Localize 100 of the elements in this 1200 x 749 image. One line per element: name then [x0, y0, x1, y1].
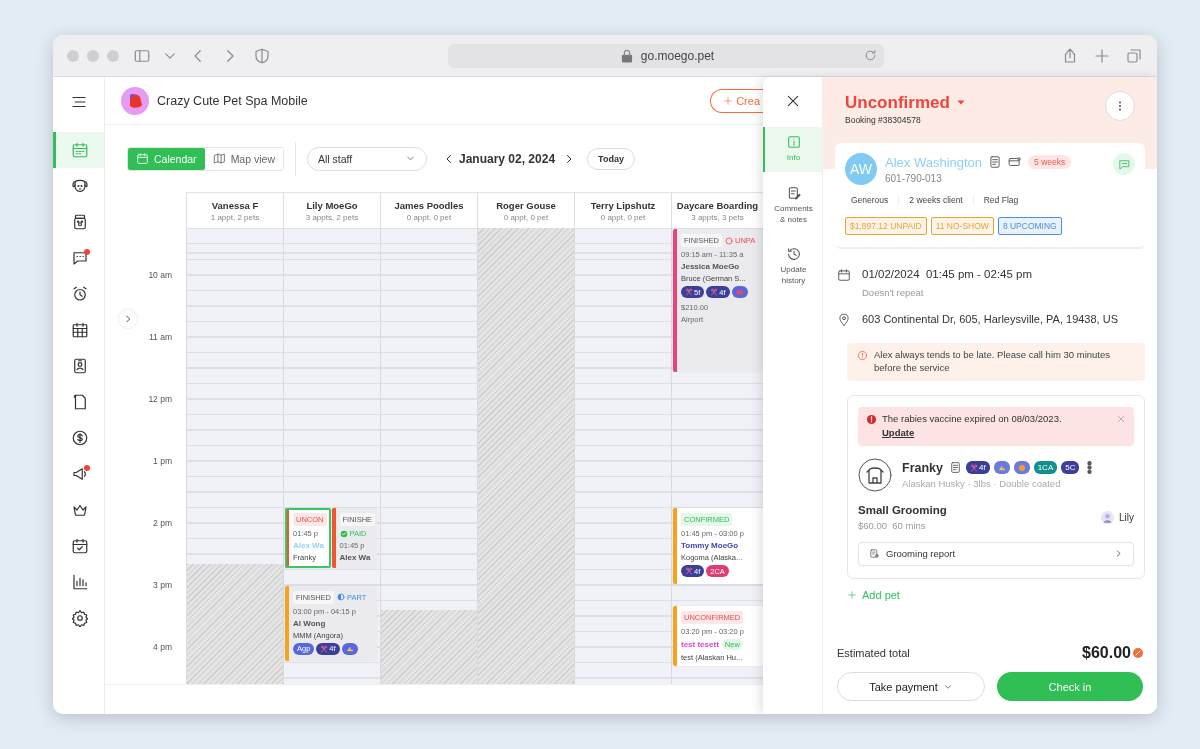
- map-icon: [212, 152, 226, 165]
- address-bar[interactable]: go.moego.pet: [448, 43, 884, 68]
- pet-avatar-icon: [858, 457, 892, 492]
- client-stat-badge: 8 UPCOMING: [997, 217, 1062, 235]
- time-label: 11 am: [149, 330, 172, 343]
- client-name: Tommy MoeGo: [681, 541, 739, 550]
- location-pin-icon: [837, 312, 851, 327]
- time-label: 2 pm: [153, 516, 172, 529]
- scissors-icon: [320, 644, 329, 653]
- pet-details: Alaskan Husky · 3lbs · Double coated: [902, 477, 1062, 489]
- calendar-icon: [136, 152, 149, 165]
- scissors-icon: [685, 567, 693, 575]
- grooming-report-button[interactable]: Grooming report: [858, 541, 1134, 566]
- phone-number: 601-790-013: [885, 172, 943, 184]
- pet-tag: 5C: [1061, 461, 1080, 475]
- service-name: Small Grooming: [858, 503, 947, 516]
- appointment-count: 3 appts, 3 pets: [691, 212, 744, 222]
- time-label: 12 pm: [148, 392, 172, 405]
- business-name: Crazy Cute Pet Spa Mobile: [157, 93, 308, 108]
- truck-icon: [735, 288, 744, 296]
- megaphone-icon: [71, 465, 89, 483]
- alert-text: Alex always tends to be late. Please call him 30 minutes before the service: [874, 349, 1112, 376]
- chat-bubble-icon: [71, 249, 89, 267]
- circle-icon: [725, 236, 733, 245]
- frequency-badge: 5 weeks: [1028, 155, 1072, 169]
- notes-icon: [988, 155, 1003, 169]
- calendar-check-icon: [71, 537, 89, 555]
- gear-icon: [71, 609, 89, 627]
- alarm-clock-icon: [71, 285, 89, 303]
- notes-icon: [949, 461, 962, 475]
- chevron-down-icon: [165, 52, 175, 59]
- shield-icon: [253, 46, 271, 65]
- url-text: go.moego.pet: [640, 48, 715, 63]
- booking-number: Booking #38304578: [845, 115, 922, 125]
- check-circle-icon: [339, 529, 348, 538]
- take-payment-button[interactable]: Take payment: [837, 672, 985, 701]
- dollar-icon: [71, 429, 89, 447]
- staff-name: Daycare Boarding: [676, 199, 759, 211]
- plus-icon: [723, 95, 734, 106]
- staff-name: Lily MoeGo: [306, 199, 358, 211]
- date-label: January 02, 2024: [459, 151, 556, 166]
- appointment-count: 0 appt, 0 pet: [503, 212, 549, 222]
- total-amount: $60.00: [1082, 644, 1131, 662]
- pet-name: Franky: [902, 460, 943, 475]
- client-name: test tesett: [681, 640, 719, 650]
- staff-name: Roger Gouse: [496, 199, 556, 211]
- calendar-grid-icon: [71, 321, 89, 339]
- panel-tab[interactable]: Update history: [763, 239, 822, 295]
- pet-tag: 1CA: [1033, 461, 1058, 475]
- chevron-right-icon: [1114, 549, 1123, 559]
- appointment-datetime: 01/02/2024 01:45 pm - 02:45 pm: [862, 267, 1033, 282]
- alert-icon: [857, 350, 868, 362]
- client-name: Alex Wa: [339, 553, 371, 562]
- reload-icon: [863, 47, 878, 63]
- appointment-count: 1 appt, 2 pets: [210, 212, 260, 222]
- staff-name: James Poodles: [394, 199, 464, 211]
- total-label: Estimated total: [837, 647, 910, 659]
- half-circle-icon: [337, 593, 345, 601]
- time-label: 10 am: [148, 268, 172, 281]
- time-label: 1 pm: [153, 454, 172, 467]
- warning-text: The rabies vaccine expired on 08/03/2023.: [882, 412, 1062, 427]
- scissors-icon: [685, 288, 693, 296]
- logo-icon: [121, 86, 149, 115]
- staff-name: Vanessa F: [211, 199, 259, 211]
- appointment-count: 0 appt, 0 pet: [600, 212, 646, 222]
- calendar-icon: [71, 141, 89, 159]
- panel-tab[interactable]: Comments & notes: [763, 177, 822, 234]
- appointment-count: 3 appts, 2 pets: [305, 212, 359, 222]
- error-icon: [866, 414, 877, 426]
- tag-label: 4f: [979, 463, 986, 473]
- appointment-count: 0 appt, 0 pet: [406, 212, 452, 222]
- staff-dropdown[interactable]: All staff: [307, 146, 427, 171]
- today-button[interactable]: Today: [587, 147, 635, 170]
- chat-icon: [1117, 157, 1131, 171]
- plus-icon: [847, 589, 857, 600]
- staff-avatar-icon: [1101, 510, 1114, 524]
- client-avatar: AW: [845, 153, 877, 185]
- time-label: 3 pm: [153, 578, 172, 591]
- client-tag: 2 weeks client: [899, 195, 974, 205]
- discount-icon: [1133, 648, 1143, 658]
- scissors-icon: [710, 288, 719, 296]
- id-badge-icon: [71, 357, 89, 375]
- bar-chart-icon: [71, 573, 89, 591]
- chevron-right-icon: [123, 314, 133, 324]
- jar-icon: [71, 213, 89, 231]
- update-link[interactable]: Update: [882, 426, 1062, 441]
- credit-card-icon: [1008, 155, 1023, 169]
- client-name: Alex Wa: [293, 541, 324, 550]
- info-icon: [785, 134, 802, 150]
- client-tag: Generous: [851, 195, 900, 205]
- staff-name: Terry Lipshutz: [590, 199, 656, 211]
- scissors-icon: [970, 463, 978, 472]
- repeat-setting: Doesn't repeat: [862, 286, 925, 298]
- history-icon: [785, 246, 802, 263]
- dog-icon: [71, 177, 89, 195]
- client-name: Al Wong: [293, 618, 326, 628]
- close-icon: [1116, 414, 1126, 425]
- staff-name: Lily: [1119, 511, 1134, 523]
- client-name: Jessica MoeGo: [681, 262, 740, 271]
- calendar-icon: [837, 268, 851, 282]
